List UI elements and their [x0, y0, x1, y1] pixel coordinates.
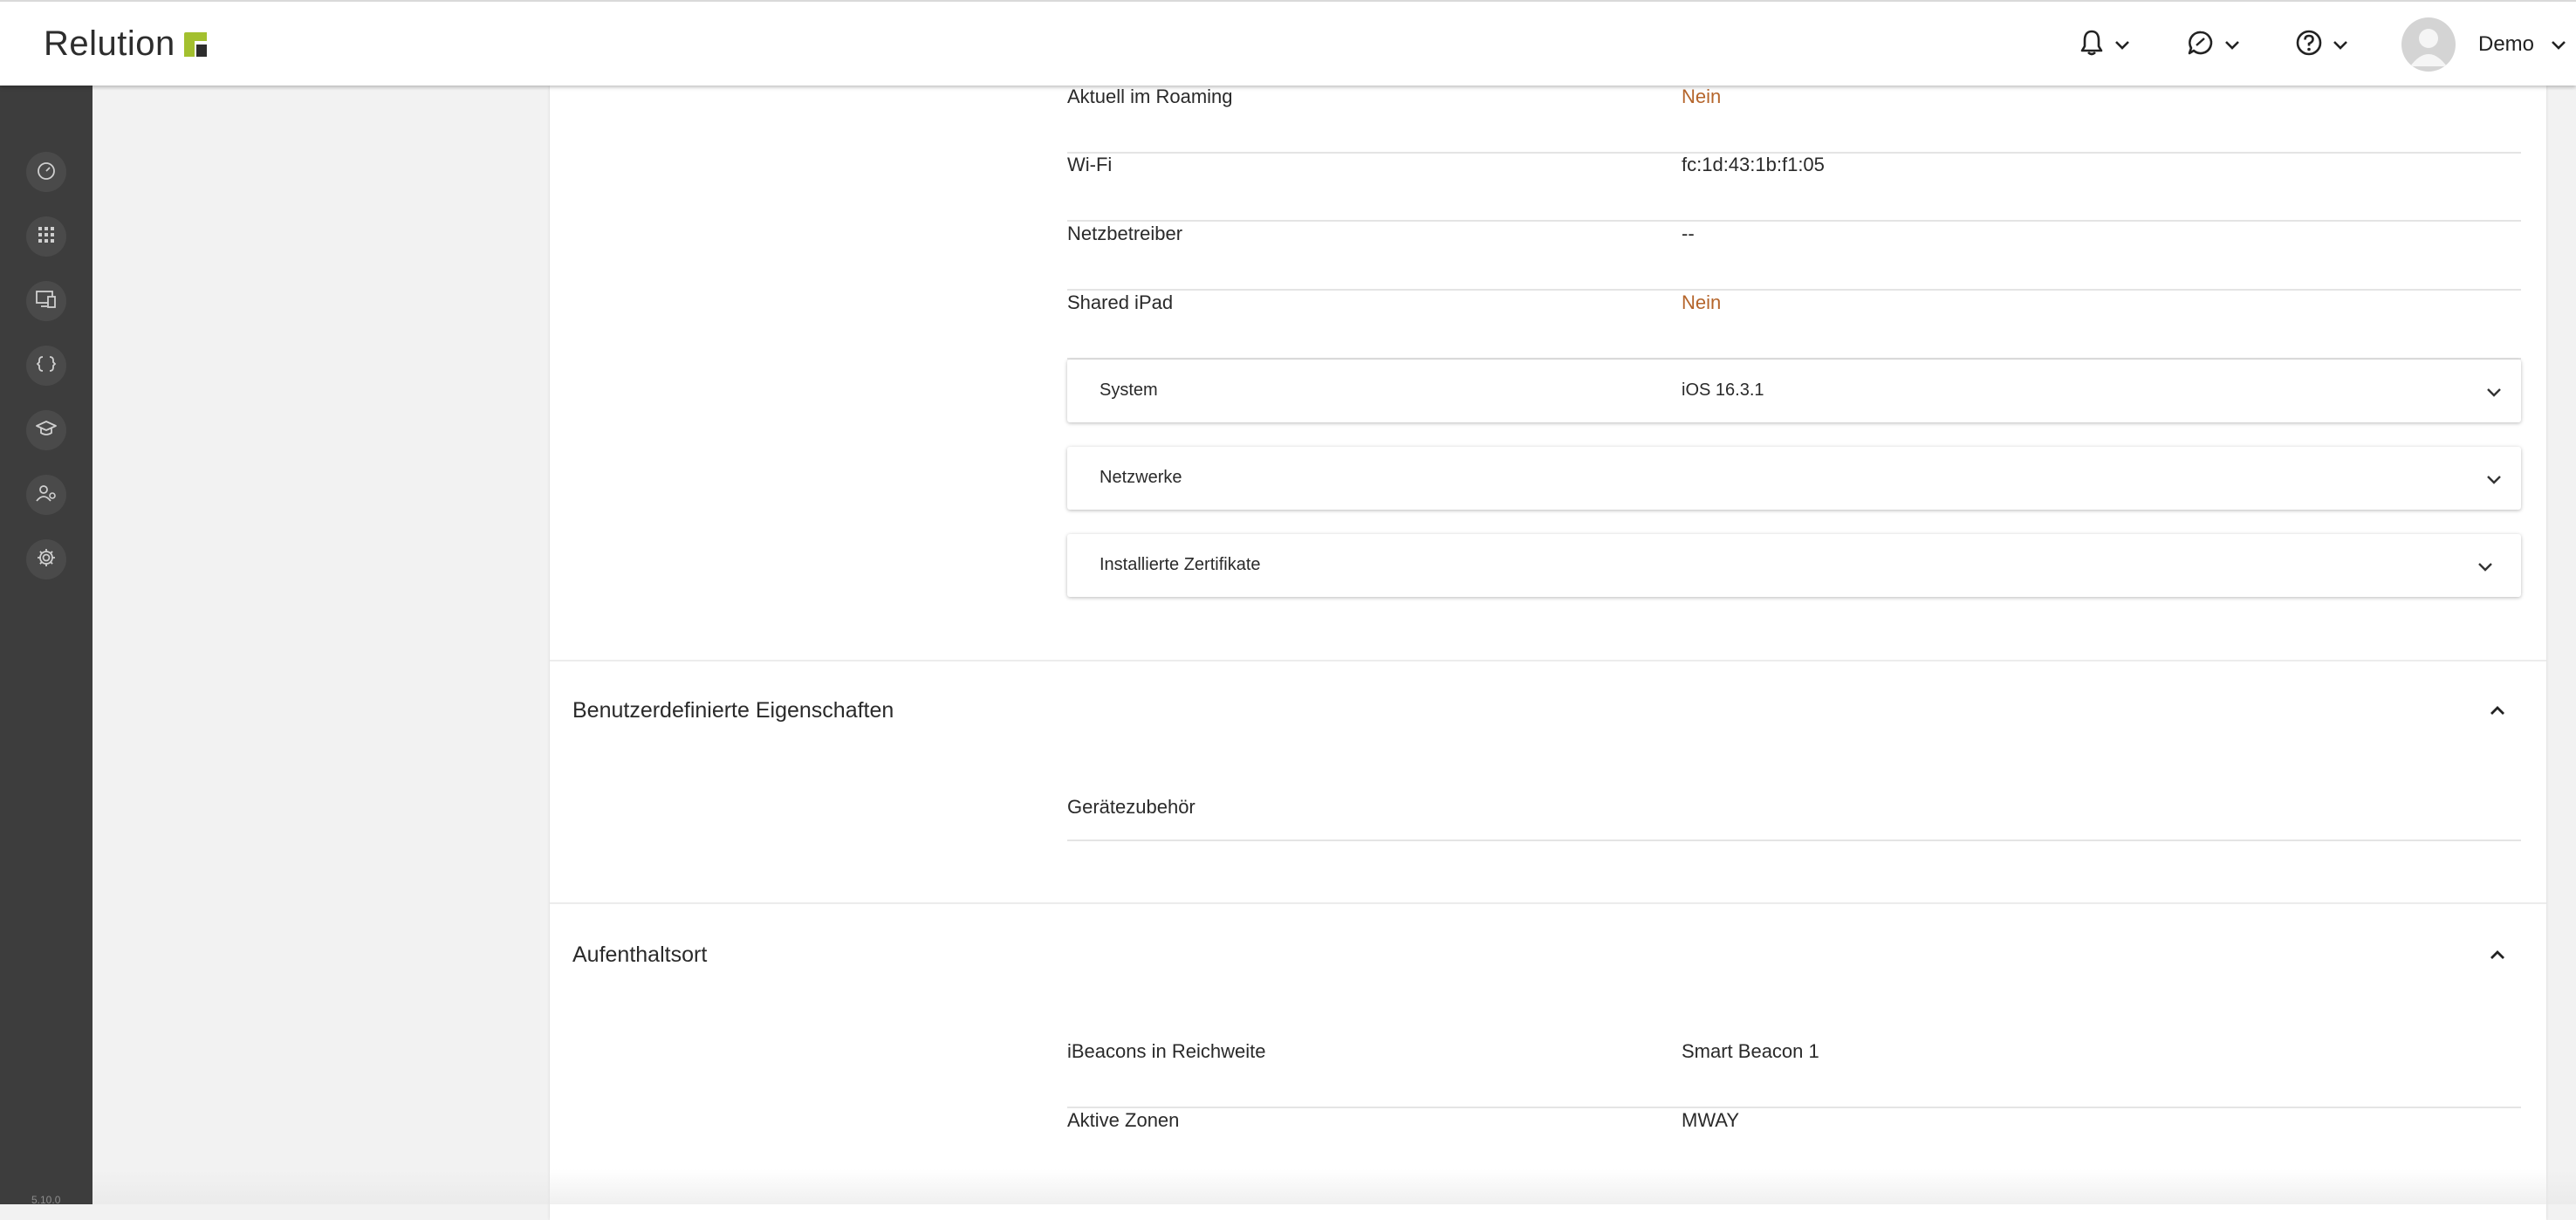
section-divider — [550, 660, 2546, 661]
sidebar-item-users[interactable] — [26, 475, 66, 515]
sidebar-nav: 5.10.0 — [0, 86, 92, 1206]
chevron-down-icon — [2484, 382, 2504, 401]
detail-value: -- — [1682, 223, 1695, 244]
dashboard-icon — [36, 160, 57, 185]
settings-gear-icon — [36, 547, 57, 572]
sidebar-item-developer[interactable] — [26, 346, 66, 386]
user-menu[interactable]: Demo — [2401, 17, 2567, 72]
apps-grid-icon — [37, 225, 56, 249]
detail-value: Smart Beacon 1 — [1682, 1040, 1819, 1062]
detail-value: Nein — [1682, 86, 1722, 107]
chevron-up-icon[interactable] — [2487, 944, 2508, 965]
sidebar-item-dashboard[interactable] — [26, 152, 66, 192]
detail-row-ibeacons: iBeacons in Reichweite Smart Beacon 1 — [1067, 1040, 2521, 1108]
chevron-down-icon — [2484, 469, 2504, 489]
detail-label: iBeacons in Reichweite — [1067, 1040, 1266, 1062]
notifications-menu[interactable] — [2079, 23, 2131, 66]
chevron-down-icon — [2550, 36, 2567, 53]
code-braces-icon — [36, 353, 57, 379]
detail-label: Aktuell im Roaming — [1067, 86, 1233, 107]
chevron-up-icon[interactable] — [2487, 700, 2508, 721]
panel-label: Installierte Zertifikate — [1100, 555, 1261, 574]
sidebar-item-settings[interactable] — [26, 539, 66, 579]
user-name: Demo — [2478, 32, 2535, 56]
detail-row-wifi: Wi-Fi fc:1d:43:1b:f1:05 — [1067, 154, 2521, 222]
detail-row-accessories: Gerätezubehör — [1067, 796, 2521, 841]
devices-icon — [35, 289, 58, 314]
bell-icon — [2079, 29, 2105, 61]
detail-label: Wi-Fi — [1067, 154, 1113, 175]
chevron-down-icon — [2332, 36, 2349, 53]
logo-mark-icon — [182, 31, 209, 58]
education-cap-icon — [35, 418, 58, 443]
relution-logo[interactable]: Relution — [44, 24, 209, 64]
sidebar-item-devices[interactable] — [26, 281, 66, 321]
logo-text: Relution — [44, 24, 175, 63]
detail-label: Gerätezubehör — [1067, 796, 1196, 818]
detail-value: Nein — [1682, 291, 1722, 313]
chevron-down-icon — [2114, 36, 2131, 53]
detail-label: Shared iPad — [1067, 291, 1174, 313]
panel-value: iOS 16.3.1 — [1682, 380, 1764, 400]
detail-label: Aktive Zonen — [1067, 1109, 1180, 1131]
panel-installed-certificates[interactable]: Installierte Zertifikate — [1067, 534, 2521, 597]
chat-bubble-icon — [2187, 29, 2215, 61]
detail-row-roaming: Aktuell im Roaming Nein — [1067, 86, 2521, 154]
panel-label: System — [1100, 380, 1158, 400]
panel-system[interactable]: System iOS 16.3.1 — [1067, 360, 2521, 422]
section-title-custom-properties: Benutzerdefinierte Eigenschaften — [572, 698, 894, 723]
detail-row-shared-ipad: Shared iPad Nein — [1067, 291, 2521, 360]
messages-menu[interactable] — [2187, 23, 2241, 66]
section-title-location: Aufenthaltsort — [572, 942, 708, 967]
user-avatar — [2401, 17, 2456, 72]
top-bar: Relution Demo — [0, 0, 2576, 86]
section-divider — [550, 902, 2546, 904]
device-details-card: Aktuell im Roaming Nein Wi-Fi fc:1d:43:1… — [550, 86, 2546, 1220]
detail-label: Netzbetreiber — [1067, 223, 1183, 244]
detail-value: MWAY — [1682, 1109, 1739, 1131]
panel-networks[interactable]: Netzwerke — [1067, 447, 2521, 510]
help-question-icon — [2295, 29, 2323, 61]
chevron-down-icon — [2223, 36, 2241, 53]
sidebar-item-apps[interactable] — [26, 216, 66, 257]
detail-value: fc:1d:43:1b:f1:05 — [1682, 154, 1825, 175]
detail-row-active-zones: Aktive Zonen MWAY — [1067, 1109, 2521, 1177]
detail-row-carrier: Netzbetreiber -- — [1067, 223, 2521, 291]
panel-label: Netzwerke — [1100, 468, 1182, 487]
help-menu[interactable] — [2295, 23, 2349, 66]
users-icon — [35, 483, 58, 508]
sidebar-item-education[interactable] — [26, 410, 66, 450]
chevron-down-icon — [2476, 557, 2495, 576]
